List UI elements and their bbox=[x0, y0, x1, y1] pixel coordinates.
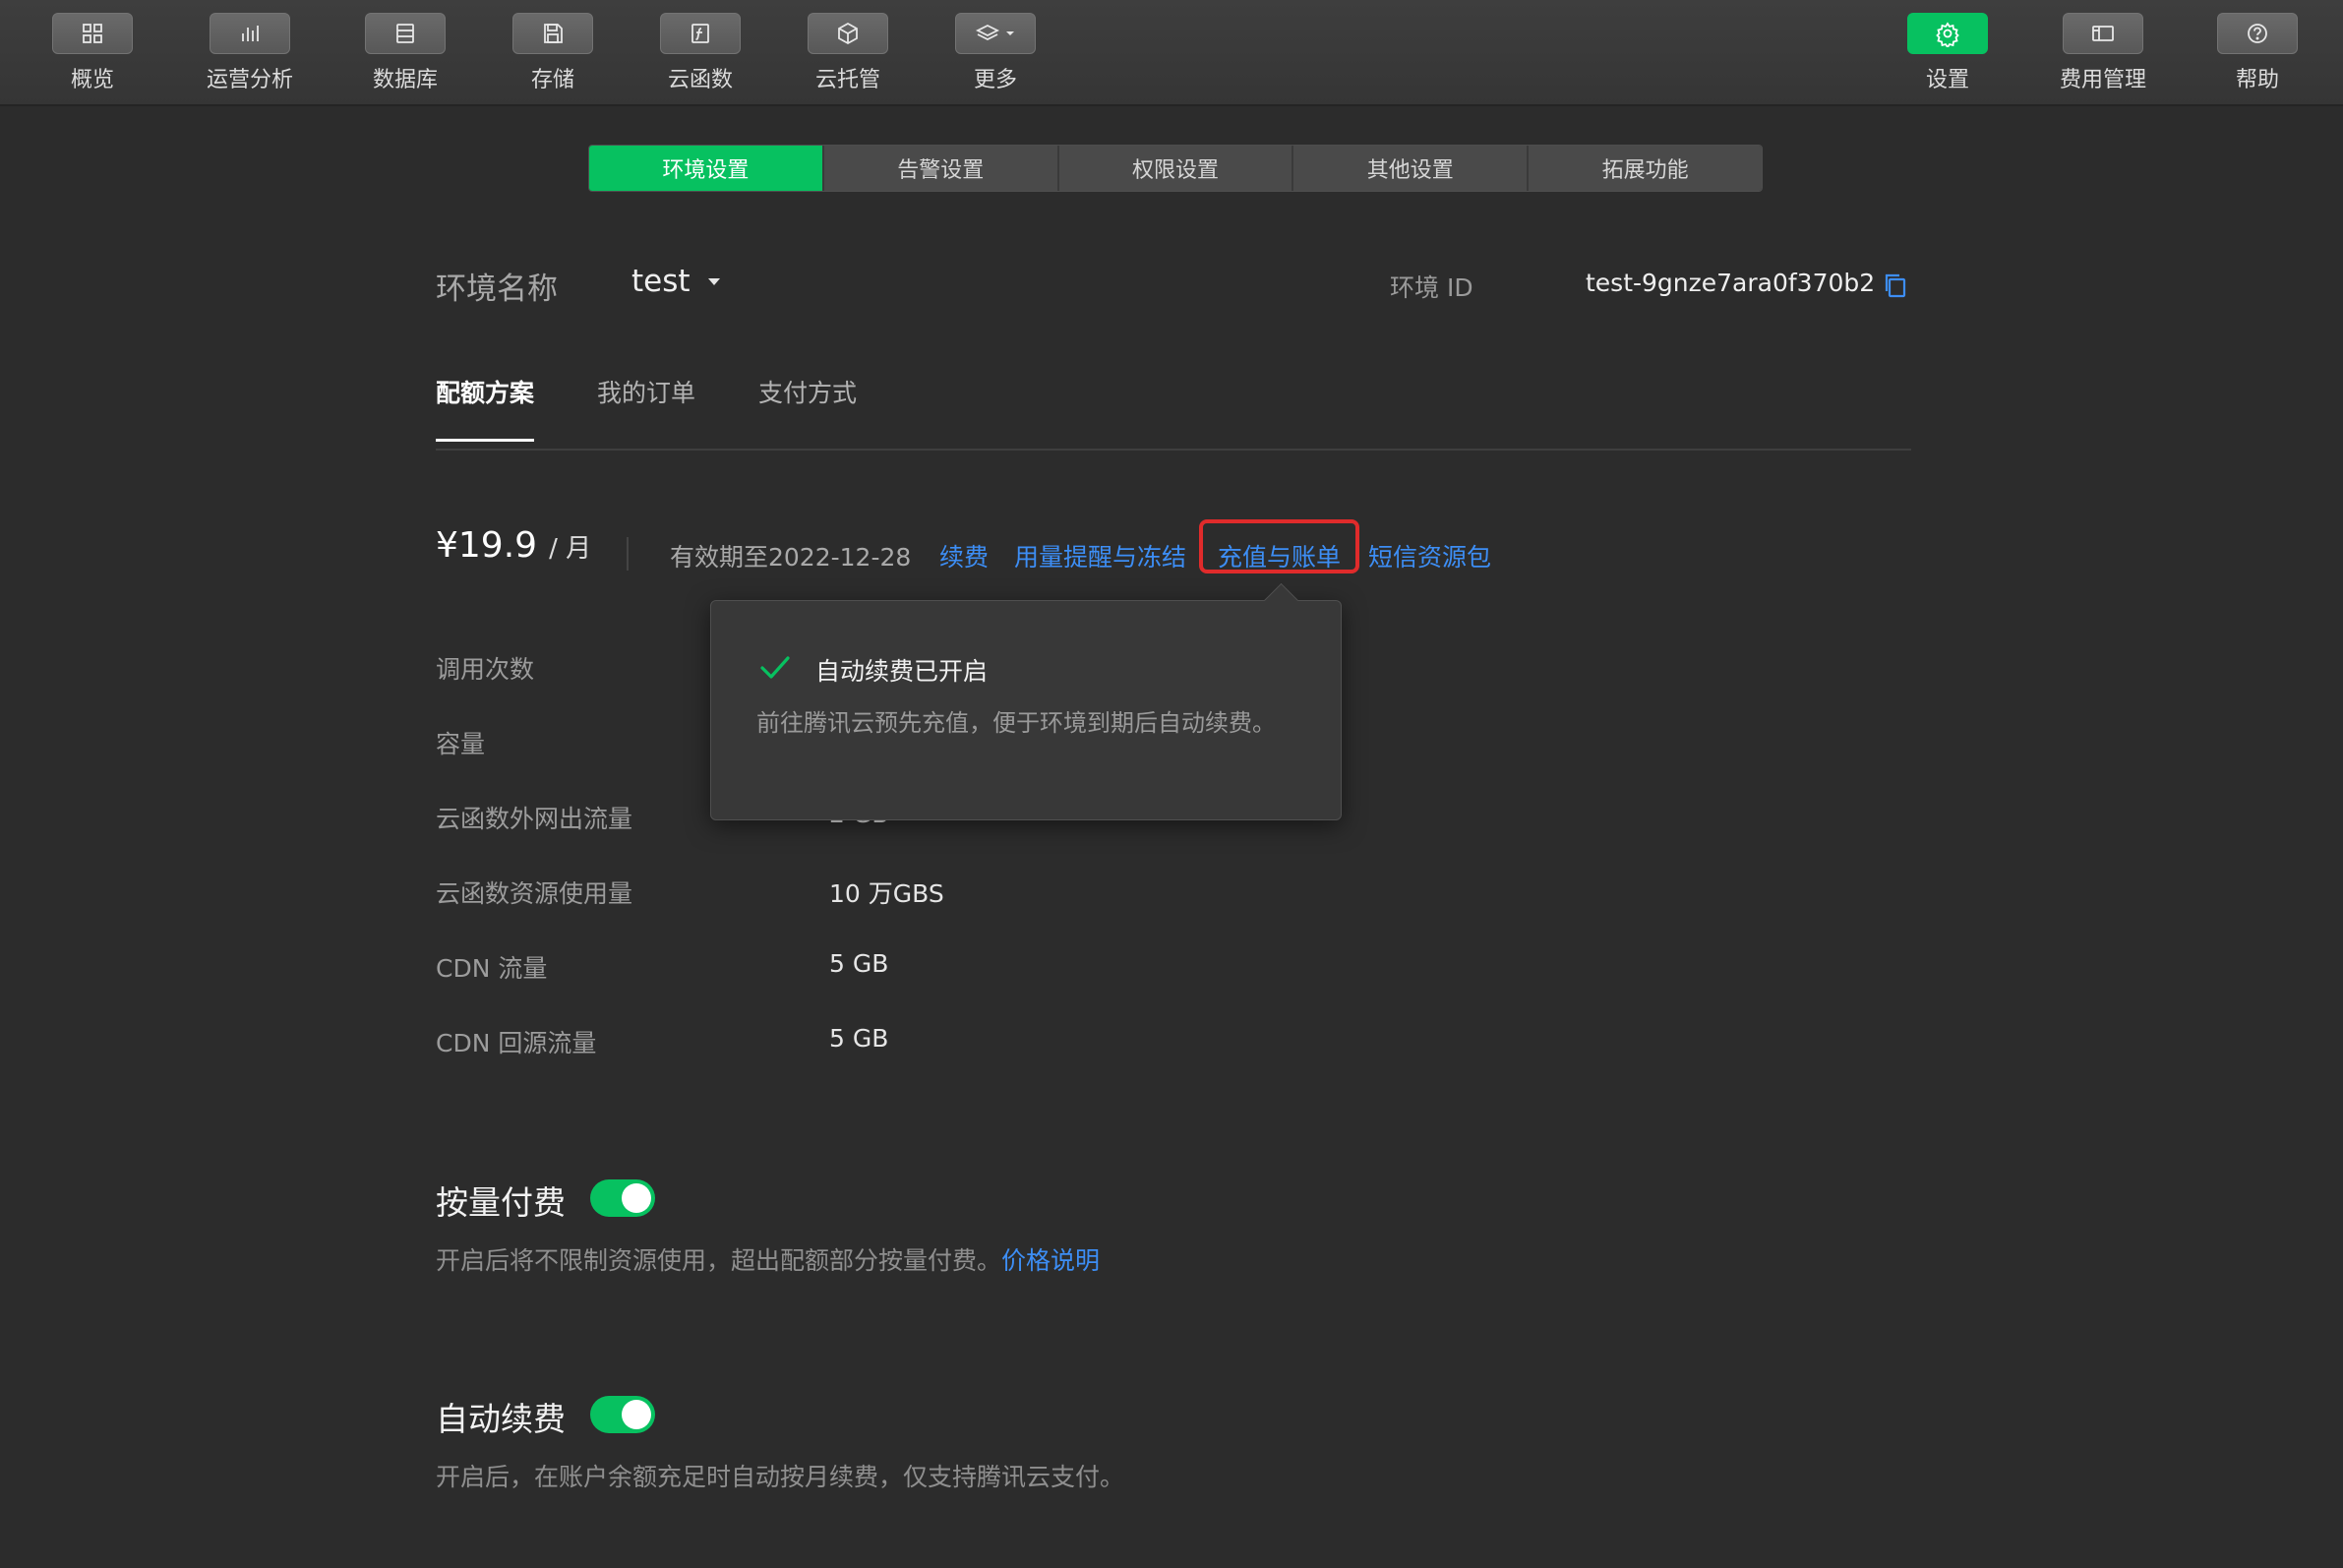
bar-chart-icon bbox=[210, 13, 290, 54]
auto-renew-description: 开启后，在账户余额充足时自动按月续费，仅支持腾讯云支付。 bbox=[436, 1463, 1125, 1491]
toolbar-functions[interactable]: 云函数 bbox=[627, 13, 774, 93]
grid-icon bbox=[52, 13, 133, 54]
quota-key: CDN 流量 bbox=[436, 954, 548, 983]
settings-tabs: 环境设置 告警设置 权限设置 其他设置 拓展功能 bbox=[588, 145, 1763, 192]
check-icon bbox=[760, 656, 790, 679]
toolbar-overview[interactable]: 概览 bbox=[19, 13, 166, 93]
toolbar-storage[interactable]: 存储 bbox=[479, 13, 627, 93]
toolbar-analytics-label: 运营分析 bbox=[206, 68, 293, 92]
toggle-knob bbox=[622, 1400, 651, 1429]
quota-key: CDN 回源流量 bbox=[436, 1029, 597, 1057]
copy-icon[interactable] bbox=[1883, 271, 1908, 299]
usage-alert-link[interactable]: 用量提醒与冻结 bbox=[1014, 538, 1186, 573]
price-info-link[interactable]: 价格说明 bbox=[1001, 1246, 1100, 1275]
database-icon bbox=[365, 13, 446, 54]
toolbar-help-label: 帮助 bbox=[2235, 68, 2279, 92]
quota-key: 云函数资源使用量 bbox=[436, 879, 633, 908]
toolbar-storage-label: 存储 bbox=[530, 68, 574, 92]
help-icon bbox=[2217, 13, 2298, 54]
env-id-label: 环境 ID bbox=[1390, 273, 1473, 302]
renew-link[interactable]: 续费 bbox=[939, 538, 989, 573]
toolbar-help[interactable]: 帮助 bbox=[2184, 13, 2331, 93]
toolbar-database[interactable]: 数据库 bbox=[331, 13, 479, 93]
auto-renew-toggle[interactable] bbox=[590, 1396, 655, 1433]
divider bbox=[627, 537, 629, 571]
plan-expire-date: 有效期至2022-12-28 bbox=[670, 543, 912, 572]
toolbar-cloudrun[interactable]: 云托管 bbox=[774, 13, 922, 93]
pay-as-you-go-description: 开启后将不限制资源使用，超出配额部分按量付费。 bbox=[436, 1246, 1002, 1275]
layers-icon bbox=[955, 13, 1036, 54]
sms-package-link[interactable]: 短信资源包 bbox=[1368, 538, 1491, 573]
env-name-value: test bbox=[631, 264, 691, 299]
tab-alert-settings[interactable]: 告警设置 bbox=[823, 146, 1059, 191]
pay-as-you-go-desc-block: 开启后将不限制资源使用，超出配额部分按量付费。价格说明 bbox=[436, 1241, 1100, 1277]
auto-renew-title: 自动续费 bbox=[436, 1400, 566, 1438]
popover-title: 自动续费已开启 bbox=[815, 657, 989, 686]
tab-other-settings[interactable]: 其他设置 bbox=[1293, 146, 1530, 191]
subtab-quota-plan[interactable]: 配额方案 bbox=[436, 374, 535, 442]
quota-value: 5 GB bbox=[829, 949, 889, 978]
toolbar-more-label: 更多 bbox=[973, 68, 1017, 92]
toolbar-billing-label: 费用管理 bbox=[2059, 68, 2146, 92]
toolbar-settings[interactable]: 设置 bbox=[1874, 13, 2021, 93]
gear-icon bbox=[1907, 13, 1988, 54]
toolbar-overview-label: 概览 bbox=[70, 68, 114, 92]
auto-renew-popover: 自动续费已开启 前往腾讯云预先充值，便于环境到期后自动续费。 bbox=[710, 600, 1342, 820]
toolbar-settings-label: 设置 bbox=[1925, 68, 1969, 92]
caret-down-icon bbox=[707, 277, 720, 285]
subtab-payment-method[interactable]: 支付方式 bbox=[758, 374, 857, 439]
quota-value: 5 GB bbox=[829, 1024, 889, 1053]
toolbar-analytics[interactable]: 运营分析 bbox=[176, 13, 324, 93]
toggle-knob bbox=[622, 1183, 651, 1213]
pay-as-you-go-toggle[interactable] bbox=[590, 1179, 655, 1217]
env-id-value: test-9gnze7ara0f370b2 bbox=[1586, 269, 1876, 297]
toolbar-functions-label: 云函数 bbox=[667, 68, 733, 92]
env-selector[interactable]: test bbox=[631, 264, 720, 299]
toolbar-more[interactable]: 更多 bbox=[922, 13, 1069, 93]
subtab-my-orders[interactable]: 我的订单 bbox=[597, 374, 695, 439]
toolbar-database-label: 数据库 bbox=[372, 68, 438, 92]
plan-price-block: ¥19.9 / 月 bbox=[436, 525, 591, 566]
quota-value: 10 万GBS bbox=[829, 879, 944, 908]
tab-env-settings[interactable]: 环境设置 bbox=[589, 146, 824, 191]
plan-price-unit: / 月 bbox=[549, 534, 592, 564]
env-name-label: 环境名称 bbox=[436, 271, 558, 307]
cube-icon bbox=[808, 13, 888, 54]
popover-description: 前往腾讯云预先充值，便于环境到期后自动续费。 bbox=[756, 709, 1276, 737]
plan-price: ¥19.9 bbox=[436, 525, 538, 566]
toolbar-cloudrun-label: 云托管 bbox=[814, 68, 880, 92]
billing-icon bbox=[2063, 13, 2143, 54]
tab-permission-settings[interactable]: 权限设置 bbox=[1058, 146, 1294, 191]
function-icon bbox=[660, 13, 741, 54]
top-toolbar: 概览 运营分析 数据库 存储 云函数 云托管 更多 设置 费用管理 帮助 bbox=[0, 0, 2343, 106]
tab-extensions[interactable]: 拓展功能 bbox=[1529, 146, 1762, 191]
pay-as-you-go-title: 按量付费 bbox=[436, 1183, 566, 1222]
highlight-annotation bbox=[1199, 519, 1359, 573]
plan-subtabs: 配额方案 我的订单 支付方式 bbox=[436, 374, 1911, 451]
save-icon bbox=[512, 13, 593, 54]
toolbar-billing[interactable]: 费用管理 bbox=[2029, 13, 2177, 93]
